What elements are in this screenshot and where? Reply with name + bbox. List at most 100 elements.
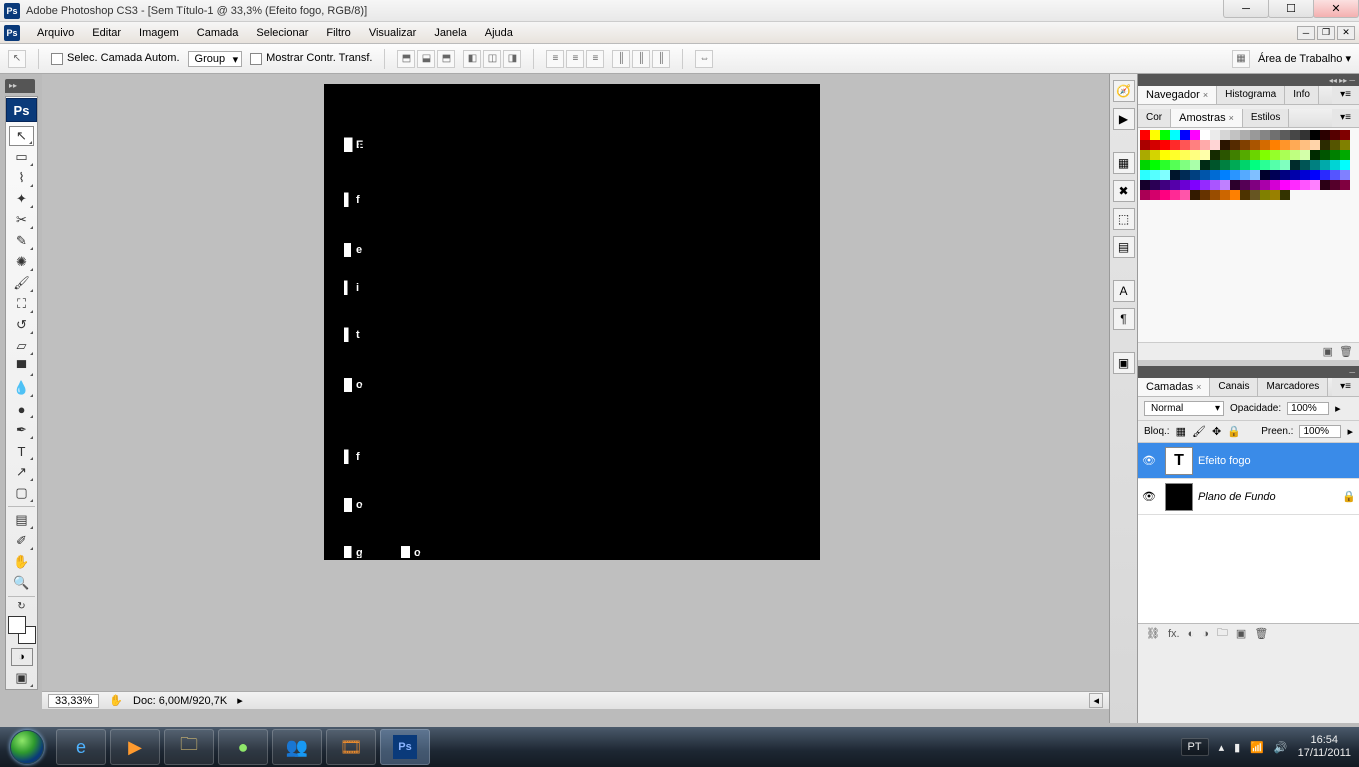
color-swatch[interactable]: [1180, 160, 1190, 170]
color-swatch[interactable]: [1250, 180, 1260, 190]
color-swatch[interactable]: [1270, 140, 1280, 150]
tab-estilos[interactable]: Estilos: [1243, 109, 1289, 127]
color-swatch[interactable]: [1210, 130, 1220, 140]
color-swatch[interactable]: [1240, 160, 1250, 170]
eyedropper-tool[interactable]: ✐: [9, 531, 34, 551]
menu-camada[interactable]: Camada: [188, 24, 248, 42]
color-swatch[interactable]: [1300, 180, 1310, 190]
blur-tool[interactable]: 💧: [9, 378, 34, 398]
taskbar-ie[interactable]: e: [56, 729, 106, 765]
tab-cor[interactable]: Cor: [1138, 109, 1171, 127]
taskbar-photoshop[interactable]: Ps: [380, 729, 430, 765]
panel-menu-icon[interactable]: ▾≡: [1332, 109, 1359, 127]
taskbar-wmp[interactable]: ▶: [110, 729, 160, 765]
color-swatch[interactable]: [1200, 130, 1210, 140]
clock[interactable]: 16:54 17/11/2011: [1298, 734, 1351, 760]
color-swatch[interactable]: [1190, 180, 1200, 190]
color-swatch[interactable]: [1210, 180, 1220, 190]
color-swatch[interactable]: [1140, 150, 1150, 160]
color-swatch[interactable]: [1260, 150, 1270, 160]
align-top-icon[interactable]: ⬒: [397, 50, 415, 68]
scrollbar-left-icon[interactable]: ◂: [1089, 693, 1103, 708]
color-swatch[interactable]: [1180, 190, 1190, 200]
color-swatch[interactable]: [1160, 190, 1170, 200]
color-swatch[interactable]: [1280, 140, 1290, 150]
color-swatch[interactable]: [1240, 150, 1250, 160]
color-swatch[interactable]: [1170, 180, 1180, 190]
dist-top-icon[interactable]: ≡: [546, 50, 564, 68]
menu-editar[interactable]: Editar: [83, 24, 130, 42]
layer-row[interactable]: 👁 T Efeito fogo: [1138, 443, 1359, 479]
opacity-flyout-icon[interactable]: ▸: [1335, 402, 1341, 415]
color-swatch[interactable]: [1320, 170, 1330, 180]
color-swatch[interactable]: [1320, 160, 1330, 170]
color-swatch[interactable]: [1150, 190, 1160, 200]
color-swatch[interactable]: [1230, 180, 1240, 190]
actions-dock-icon[interactable]: ▤: [1113, 236, 1135, 258]
tab-amostras[interactable]: Amostras×: [1171, 109, 1243, 127]
color-swatch[interactable]: [1160, 180, 1170, 190]
eraser-tool[interactable]: ▱: [9, 336, 34, 356]
layer-row[interactable]: 👁 Plano de Fundo 🔒: [1138, 479, 1359, 515]
color-swatch[interactable]: [1220, 140, 1230, 150]
color-swatch[interactable]: [1330, 150, 1340, 160]
panel-menu-icon[interactable]: ▾≡: [1332, 86, 1359, 104]
start-button[interactable]: [0, 727, 54, 767]
color-swatch[interactable]: [1260, 170, 1270, 180]
menu-filtro[interactable]: Filtro: [317, 24, 359, 42]
color-swatch[interactable]: [1150, 160, 1160, 170]
color-swatch[interactable]: [1190, 150, 1200, 160]
mdi-minimize-button[interactable]: ─: [1297, 26, 1315, 40]
color-swatch[interactable]: [1150, 140, 1160, 150]
color-swatch[interactable]: [1200, 190, 1210, 200]
align-hcenter-icon[interactable]: ◫: [483, 50, 501, 68]
color-swatch[interactable]: [1200, 140, 1210, 150]
color-swatch[interactable]: [1290, 170, 1300, 180]
color-swatch[interactable]: [1180, 130, 1190, 140]
color-swatch[interactable]: [1300, 150, 1310, 160]
color-swatch[interactable]: [1190, 160, 1200, 170]
color-swatch[interactable]: [1140, 180, 1150, 190]
delete-swatch-icon[interactable]: 🗑: [1339, 345, 1353, 358]
mdi-restore-button[interactable]: ❐: [1317, 26, 1335, 40]
color-swatch[interactable]: [1340, 160, 1350, 170]
color-swatch[interactable]: [1310, 180, 1320, 190]
color-swatch[interactable]: [1260, 160, 1270, 170]
color-swatch[interactable]: [1190, 190, 1200, 200]
auto-select-checkbox[interactable]: Selec. Camada Autom.: [51, 52, 180, 64]
language-indicator[interactable]: PT: [1181, 738, 1209, 756]
color-swatch[interactable]: [1310, 170, 1320, 180]
color-swatch[interactable]: [1280, 190, 1290, 200]
fill-field[interactable]: 100%: [1299, 425, 1341, 438]
color-swatch[interactable]: [1250, 170, 1260, 180]
dist-bottom-icon[interactable]: ≡: [586, 50, 604, 68]
color-swatch[interactable]: [1220, 160, 1230, 170]
color-swatch[interactable]: [1240, 170, 1250, 180]
color-swatch[interactable]: [1240, 130, 1250, 140]
tray-network-icon[interactable]: 📶: [1250, 741, 1264, 754]
link-layers-icon[interactable]: ⛓: [1146, 627, 1160, 640]
layer-visibility-icon[interactable]: 👁: [1138, 490, 1160, 503]
color-swatch[interactable]: [1330, 130, 1340, 140]
shape-tool[interactable]: ▢: [9, 483, 34, 503]
color-swatch[interactable]: [1290, 150, 1300, 160]
delete-layer-icon[interactable]: 🗑: [1254, 627, 1268, 640]
taskbar-explorer[interactable]: 🗀: [164, 729, 214, 765]
doc-info-arrow-icon[interactable]: ▸: [237, 694, 243, 707]
color-swatch[interactable]: [1310, 150, 1320, 160]
color-swatch[interactable]: [1190, 170, 1200, 180]
menu-imagem[interactable]: Imagem: [130, 24, 188, 42]
layer-thumbnail[interactable]: T: [1165, 447, 1193, 475]
tab-navegador[interactable]: Navegador×: [1138, 86, 1217, 104]
stamp-tool[interactable]: ⛶: [9, 294, 34, 314]
menu-selecionar[interactable]: Selecionar: [247, 24, 317, 42]
tray-volume-icon[interactable]: 🔊: [1274, 741, 1288, 754]
color-swatch[interactable]: [1320, 180, 1330, 190]
color-swatch[interactable]: [1200, 160, 1210, 170]
layer-thumbnail[interactable]: [1165, 483, 1193, 511]
tab-camadas[interactable]: Camadas×: [1138, 378, 1210, 396]
zoom-tool[interactable]: 🔍: [9, 573, 34, 593]
color-swatch[interactable]: [1190, 130, 1200, 140]
dodge-tool[interactable]: ●: [9, 399, 34, 419]
color-swatch[interactable]: [1340, 130, 1350, 140]
